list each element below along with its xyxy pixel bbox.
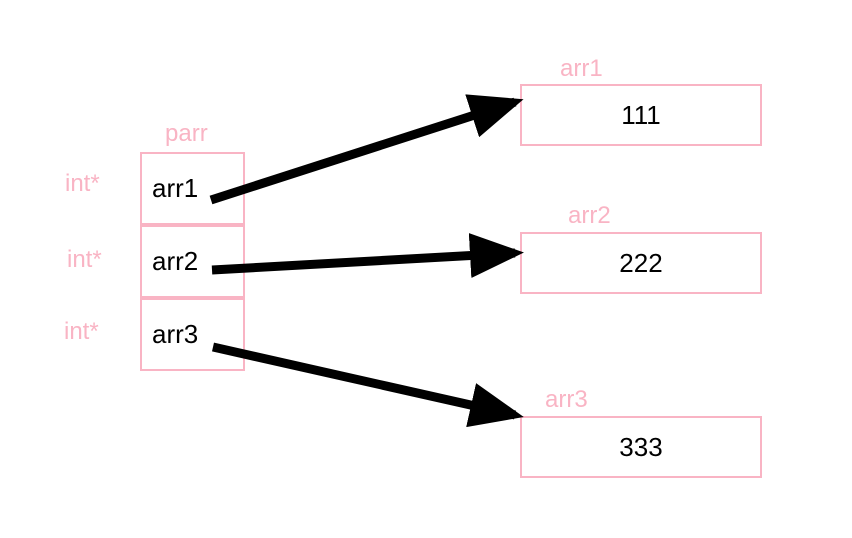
type-label-0: int*: [65, 170, 100, 198]
target-label-1: arr2: [568, 202, 611, 230]
arrow-0: [211, 102, 515, 200]
parr-cell-label: arr3: [152, 319, 198, 350]
target-cell-1: 222: [520, 232, 762, 294]
diagram-container: parr int* int* int* arr1 arr2 arr3 arr1 …: [0, 0, 852, 538]
parr-cell-label: arr2: [152, 246, 198, 277]
target-label-0: arr1: [560, 55, 603, 83]
type-label-2: int*: [64, 318, 99, 346]
arrow-2: [213, 347, 515, 415]
parr-cell-2: arr3: [140, 298, 245, 371]
parr-label: parr: [165, 120, 208, 148]
target-value: 111: [621, 100, 661, 131]
parr-cell-0: arr1: [140, 152, 245, 225]
parr-cell-1: arr2: [140, 225, 245, 298]
target-value: 333: [619, 432, 662, 463]
parr-cell-label: arr1: [152, 173, 198, 204]
target-value: 222: [619, 248, 662, 279]
target-cell-0: 111: [520, 84, 762, 146]
type-label-1: int*: [67, 246, 102, 274]
arrow-1: [212, 253, 515, 270]
target-cell-2: 333: [520, 416, 762, 478]
target-label-2: arr3: [545, 386, 588, 414]
